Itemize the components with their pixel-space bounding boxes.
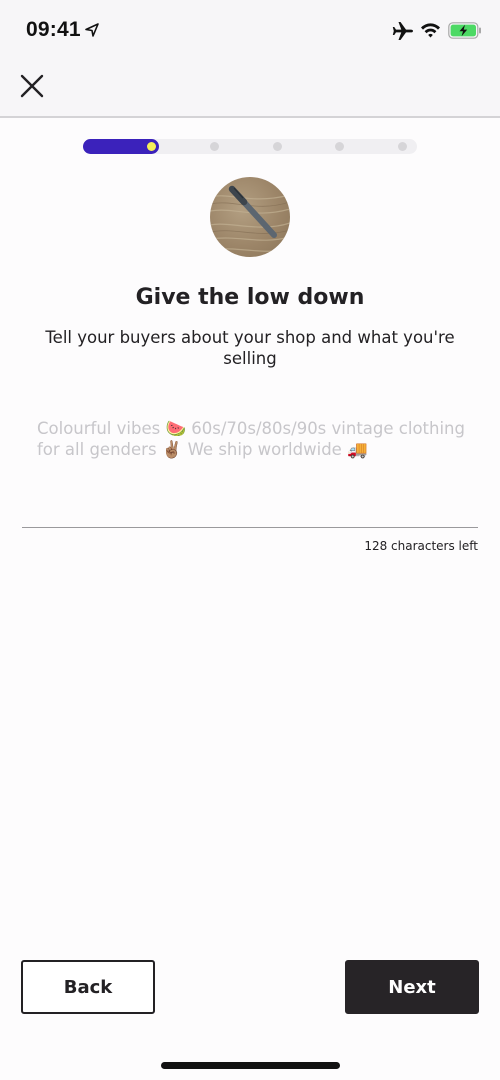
page-subtitle: Tell your buyers about your shop and wha… bbox=[45, 328, 455, 368]
wifi-icon bbox=[421, 23, 440, 38]
home-indicator[interactable] bbox=[161, 1062, 340, 1069]
shop-avatar[interactable] bbox=[210, 177, 290, 257]
characters-left-counter: 128 characters left bbox=[364, 539, 478, 553]
progress-step-dot bbox=[335, 142, 345, 151]
progress-step-dot bbox=[272, 142, 282, 151]
battery-charging-icon bbox=[448, 22, 481, 39]
back-button[interactable]: Back bbox=[21, 960, 155, 1014]
top-bar: 09:41 bbox=[0, 0, 500, 118]
shop-photo-image bbox=[210, 185, 290, 252]
airplane-mode-icon bbox=[392, 22, 413, 40]
progress-step-dot bbox=[398, 142, 407, 151]
shop-description-input[interactable] bbox=[37, 418, 467, 518]
back-button-label: Back bbox=[63, 976, 113, 998]
shop-description-field bbox=[22, 418, 478, 528]
step-progress-bar bbox=[83, 139, 417, 154]
status-time: 09:41 bbox=[26, 18, 81, 41]
close-button[interactable] bbox=[16, 70, 48, 102]
next-button[interactable]: Next bbox=[345, 960, 479, 1014]
progress-step-current bbox=[147, 142, 156, 151]
progress-step-dot bbox=[209, 142, 219, 151]
location-arrow-icon bbox=[85, 23, 99, 37]
status-bar: 09:41 bbox=[0, 0, 500, 60]
page-title: Give the low down bbox=[135, 285, 365, 310]
next-button-label: Next bbox=[388, 976, 436, 998]
